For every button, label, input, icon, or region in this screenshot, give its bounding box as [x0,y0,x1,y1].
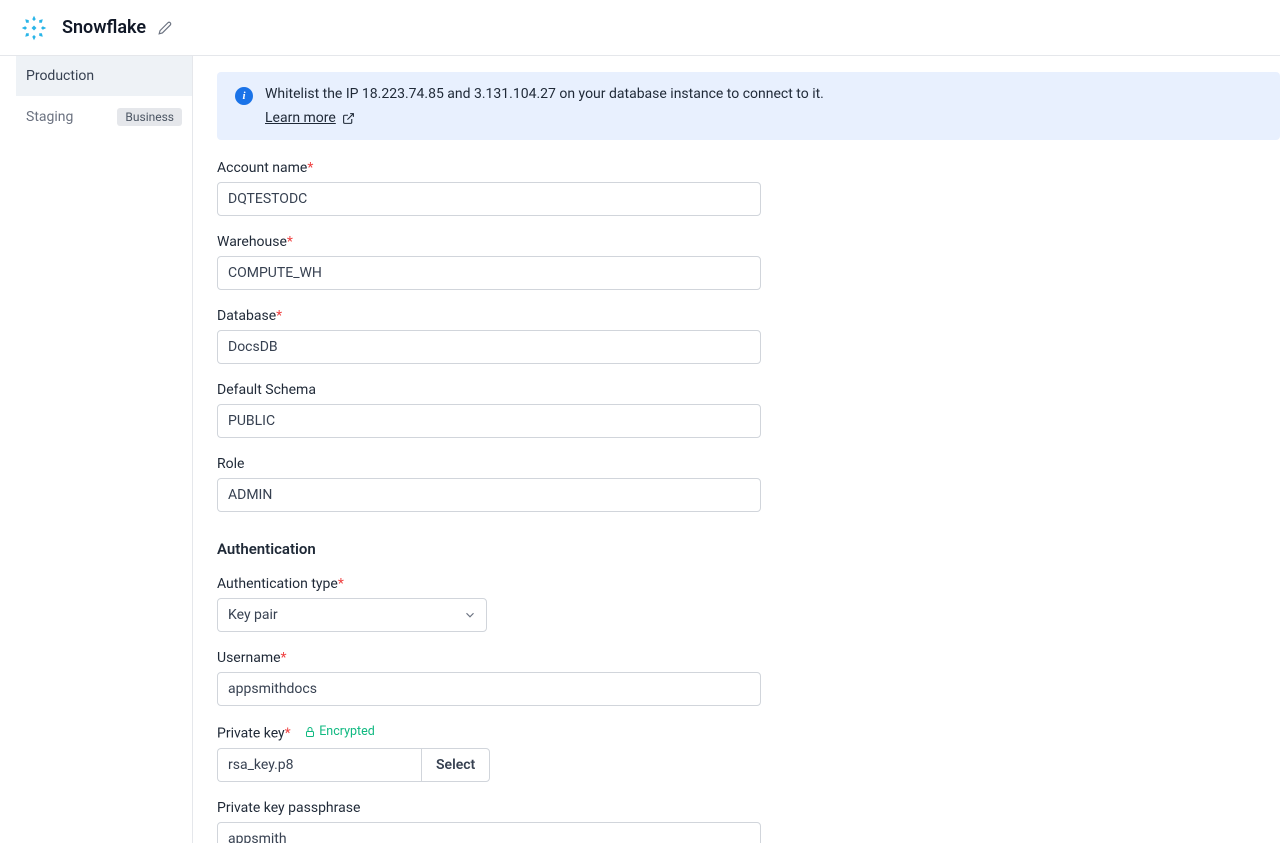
account-name-input[interactable] [217,182,761,216]
warehouse-label: Warehouse* [217,234,1280,250]
default-schema-label: Default Schema [217,382,1280,398]
account-name-label: Account name* [217,160,1280,176]
lock-icon [304,726,316,738]
business-badge: Business [117,108,182,126]
banner-text: Whitelist the IP 18.223.74.85 and 3.131.… [265,86,824,102]
username-input[interactable] [217,672,761,706]
auth-type-select[interactable]: Key pair [217,598,487,632]
private-key-input[interactable] [217,748,421,782]
authentication-section-title: Authentication [217,540,1280,558]
default-schema-input[interactable] [217,404,761,438]
external-link-icon [342,112,355,125]
private-key-label: Private key* Encrypted [217,724,1280,742]
page-title: Snowflake [62,17,146,38]
auth-type-label: Authentication type* [217,576,1280,592]
sidebar: Production Staging Business [16,56,193,843]
learn-more-link[interactable]: Learn more [265,110,355,126]
edit-title-icon[interactable] [158,21,172,35]
sidebar-item-staging[interactable]: Staging Business [16,96,192,138]
sidebar-item-label: Staging [26,109,73,125]
role-input[interactable] [217,478,761,512]
encrypted-tag: Encrypted [304,724,375,739]
warehouse-input[interactable] [217,256,761,290]
header: Snowflake [0,0,1280,56]
snowflake-logo-icon [20,14,48,42]
info-icon: i [235,87,253,105]
username-label: Username* [217,650,1280,666]
passphrase-input[interactable] [217,822,761,843]
whitelist-banner: i Whitelist the IP 18.223.74.85 and 3.13… [217,72,1280,140]
main-content: i Whitelist the IP 18.223.74.85 and 3.13… [193,56,1280,843]
database-label: Database* [217,308,1280,324]
sidebar-item-production[interactable]: Production [16,56,192,96]
select-file-button[interactable]: Select [421,748,490,782]
sidebar-item-label: Production [26,68,94,84]
database-input[interactable] [217,330,761,364]
passphrase-label: Private key passphrase [217,800,1280,816]
role-label: Role [217,456,1280,472]
